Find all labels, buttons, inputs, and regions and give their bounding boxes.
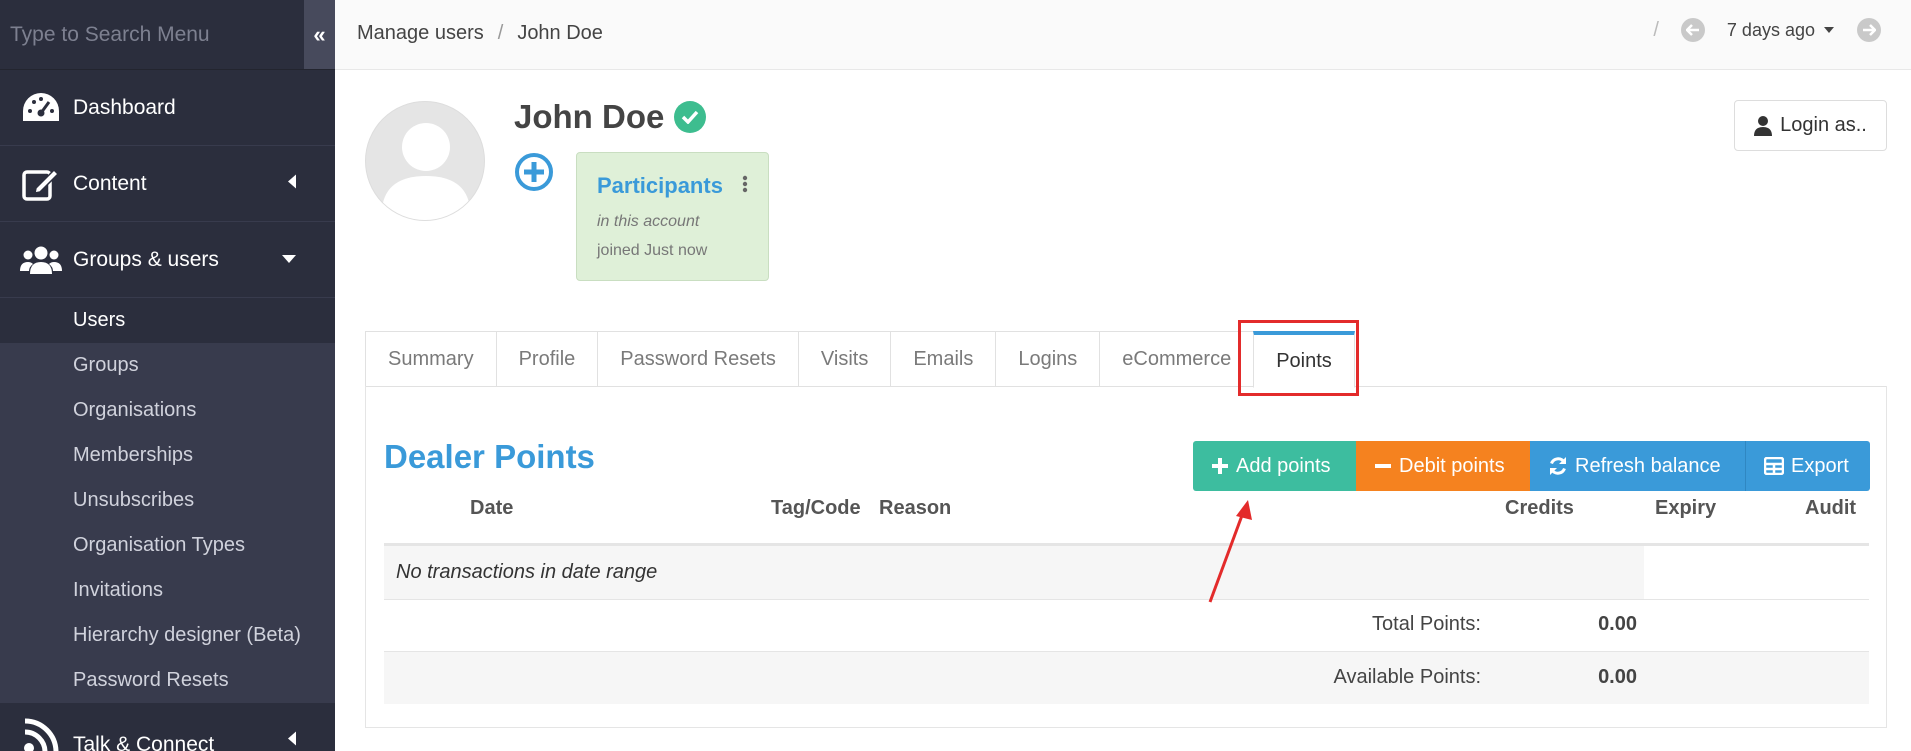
collapse-sidebar-button[interactable]: « (304, 0, 335, 69)
available-points-value: 0.00 (1598, 666, 1637, 688)
sidebar-item-organisations[interactable]: Organisations (0, 388, 335, 433)
export-button[interactable]: Export (1745, 441, 1870, 491)
column-header-reason[interactable]: Reason (879, 497, 951, 520)
breadcrumb-manage-users[interactable]: Manage users (357, 22, 484, 45)
sidebar-item-memberships[interactable]: Memberships (0, 433, 335, 478)
total-points-value: 0.00 (1598, 613, 1637, 635)
sidebar-item-invitations[interactable]: Invitations (0, 568, 335, 613)
tab-emails[interactable]: Emails (890, 331, 996, 387)
debit-points-label: Debit points (1399, 454, 1505, 477)
date-range-select[interactable]: 7 days ago (1727, 20, 1835, 41)
sidebar-item-users[interactable]: Users (0, 298, 335, 343)
user-icon (1754, 115, 1773, 136)
empty-state-row: No transactions in date range (384, 546, 1644, 599)
next-period-icon[interactable] (1857, 18, 1881, 42)
top-bar: Manage users / John Doe / 7 days ago (335, 0, 1911, 70)
sidebar: « Dashboard Content Groups & users Users… (0, 0, 335, 751)
available-points-row: Available Points: 0.00 (384, 652, 1869, 704)
user-name: John Doe (514, 98, 665, 135)
points-actions: Add points Debit points Refresh balance … (1193, 441, 1870, 491)
breadcrumb-current: John Doe (517, 22, 603, 44)
column-header-audit[interactable]: Audit (1805, 497, 1856, 520)
date-separator: / (1653, 18, 1659, 41)
group-subtitle: in this account (597, 213, 700, 230)
sidebar-item-groups[interactable]: Groups (0, 343, 335, 388)
add-circle-icon[interactable] (514, 152, 554, 192)
avatar (365, 101, 485, 221)
tab-visits[interactable]: Visits (797, 331, 891, 387)
total-points-row: Total Points: 0.00 (384, 599, 1869, 651)
tab-logins[interactable]: Logins (995, 331, 1100, 387)
sidebar-item-content[interactable]: Content (0, 146, 335, 222)
plus-icon (1212, 458, 1228, 474)
previous-period-icon[interactable] (1680, 18, 1705, 42)
caret-down-icon (281, 251, 297, 269)
sidebar-item-hierarchy-designer[interactable]: Hierarchy designer (Beta) (0, 613, 335, 658)
chevron-down-icon (1824, 27, 1834, 33)
caret-left-icon (287, 173, 297, 194)
debit-points-button[interactable]: Debit points (1356, 441, 1530, 491)
export-label: Export (1791, 454, 1849, 477)
column-header-expiry[interactable]: Expiry (1655, 497, 1716, 520)
tab-points[interactable]: Points (1253, 331, 1355, 388)
panel-title: Dealer Points (384, 438, 595, 475)
caret-left-icon (287, 731, 297, 751)
sidebar-item-talk-connect[interactable]: Talk & Connect (0, 703, 335, 751)
vertical-ellipsis-icon[interactable] (742, 173, 748, 199)
sidebar-item-label: Dashboard (73, 95, 176, 119)
refresh-balance-label: Refresh balance (1575, 454, 1721, 477)
user-name-heading: John Doe (514, 98, 707, 136)
total-points-label: Total Points: (1372, 613, 1481, 635)
sidebar-item-dashboard[interactable]: Dashboard (0, 70, 335, 146)
login-as-label: Login as.. (1780, 114, 1867, 136)
add-points-label: Add points (1236, 454, 1331, 477)
sidebar-item-organisation-types[interactable]: Organisation Types (0, 523, 335, 568)
dashboard-icon (20, 87, 62, 129)
verified-check-icon (674, 101, 707, 133)
column-header-credits[interactable]: Credits (1505, 497, 1574, 520)
tab-password-resets[interactable]: Password Resets (597, 331, 798, 387)
breadcrumb: Manage users / John Doe (357, 22, 603, 45)
sidebar-item-unsubscribes[interactable]: Unsubscribes (0, 478, 335, 523)
group-title-link[interactable]: Participants (597, 173, 723, 199)
sidebar-item-password-resets[interactable]: Password Resets (0, 658, 335, 703)
breadcrumb-separator: / (497, 22, 504, 44)
group-membership-card: Participants in this account joined Just… (576, 152, 769, 281)
sidebar-item-label: Content (73, 171, 147, 195)
add-points-button[interactable]: Add points (1193, 441, 1356, 491)
tab-summary[interactable]: Summary (365, 331, 496, 387)
tab-ecommerce[interactable]: eCommerce (1099, 331, 1254, 387)
minus-icon (1375, 464, 1391, 468)
table-icon (1764, 457, 1784, 475)
sidebar-submenu: Users Groups Organisations Memberships U… (0, 298, 335, 703)
user-tabs: Summary Profile Password Resets Visits E… (365, 331, 1887, 388)
refresh-icon (1550, 457, 1566, 475)
sidebar-item-groups-users[interactable]: Groups & users (0, 222, 335, 298)
rss-icon (20, 715, 62, 751)
refresh-balance-button[interactable]: Refresh balance (1530, 441, 1745, 491)
login-as-button[interactable]: Login as.. (1734, 100, 1887, 151)
column-header-tag[interactable]: Tag/Code (771, 497, 861, 520)
sidebar-item-label: Groups & users (73, 247, 219, 271)
edit-icon (20, 163, 62, 205)
date-range-nav: / 7 days ago (1653, 18, 1881, 42)
users-icon (20, 239, 62, 281)
menu-search-input[interactable] (0, 0, 304, 69)
group-joined: joined Just now (597, 242, 708, 259)
tab-profile[interactable]: Profile (495, 331, 598, 387)
available-points-label: Available Points: (1333, 666, 1482, 688)
date-range-label: 7 days ago (1726, 19, 1815, 40)
sidebar-search-row: « (0, 0, 335, 70)
sidebar-item-label: Talk & Connect (73, 733, 215, 751)
column-header-date[interactable]: Date (470, 497, 513, 520)
